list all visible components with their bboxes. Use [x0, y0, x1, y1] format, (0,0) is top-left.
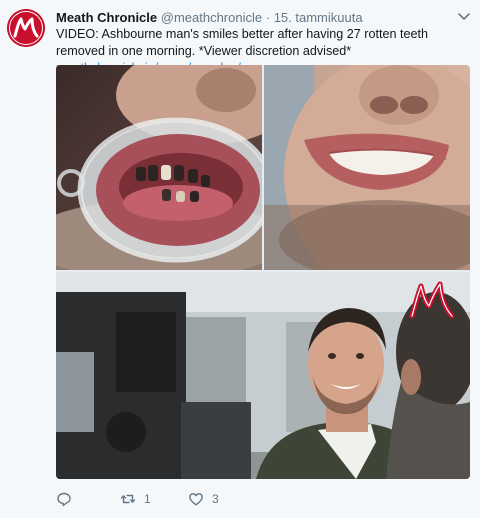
author-handle[interactable]: @meathchronicle — [161, 10, 262, 25]
author-name[interactable]: Meath Chronicle — [56, 10, 157, 25]
meath-chronicle-logo — [7, 9, 45, 47]
like-count: 3 — [212, 492, 219, 506]
watermark-logo — [409, 281, 455, 319]
heart-icon — [189, 493, 203, 506]
photo-smile-closeup[interactable] — [264, 65, 470, 270]
like-button[interactable]: 3 — [188, 489, 219, 509]
tweet-card[interactable]: Meath Chronicle @meathchronicle · 15. ta… — [0, 0, 480, 518]
photo-interview[interactable] — [56, 272, 470, 479]
photo-mouth-retractor[interactable] — [56, 65, 262, 270]
timestamp[interactable]: 15. tammikuuta — [274, 10, 363, 25]
separator-dot: · — [265, 10, 271, 25]
retweet-count: 1 — [144, 492, 151, 506]
chevron-down-icon[interactable] — [457, 12, 471, 22]
reply-icon — [57, 492, 71, 507]
reply-button[interactable] — [56, 489, 72, 509]
retweet-button[interactable]: 1 — [120, 489, 151, 509]
media-grid[interactable] — [56, 65, 470, 479]
tweet-body: VIDEO: Ashbourne man's smiles better aft… — [56, 27, 429, 58]
avatar[interactable] — [7, 9, 45, 47]
retweet-icon — [120, 494, 136, 504]
tweet-header: Meath Chronicle @meathchronicle · 15. ta… — [56, 9, 450, 27]
